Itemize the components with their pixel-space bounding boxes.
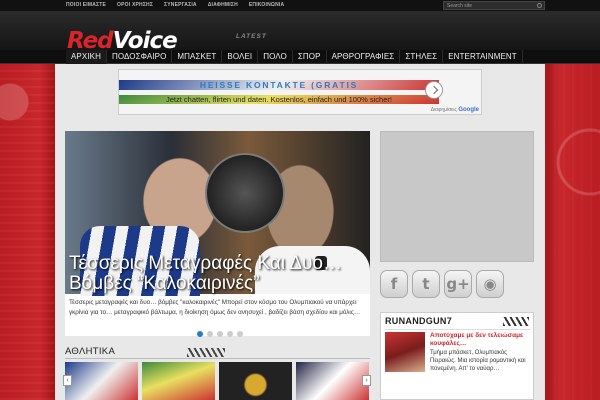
ad-badge[interactable]: Διαφημίσεις Google bbox=[431, 107, 479, 113]
top-link-cooperation[interactable]: ΣΥΝΕΡΓΑΣΙΑ bbox=[164, 0, 197, 11]
top-links: ΠΟΙΟΙ ΕΙΜΑΣΤΕ ΟΡΟΙ ΧΡΗΣΗΣ ΣΥΝΕΡΓΑΣΙΑ ΔΙΑ… bbox=[66, 0, 284, 11]
nav-item-football[interactable]: ΠΟΔΟΣΦΑΙΡΟ bbox=[107, 50, 173, 64]
search-icon[interactable] bbox=[537, 3, 542, 8]
slider-dot[interactable] bbox=[227, 331, 233, 337]
sidebar-ad-placeholder bbox=[380, 131, 534, 262]
ad-arrow-icon[interactable] bbox=[425, 81, 443, 99]
social-buttons: f t g+ ◉ bbox=[380, 270, 504, 298]
section-header: ΑΘΛΗΤΙΚΑ bbox=[65, 346, 370, 359]
slider-dot[interactable] bbox=[207, 331, 213, 337]
slide-excerpt: Τέσσερις μεταγραφές και δυο… βόμβες "καλ… bbox=[69, 299, 361, 316]
latest-label: LATEST bbox=[236, 33, 267, 40]
nav-item-polo[interactable]: ΠΟΛΟ bbox=[258, 50, 293, 64]
slide-decoration bbox=[205, 153, 285, 233]
google-ad-banner[interactable]: HEISSE KONTAKTE (GRATIS Jetzt chatten, f… bbox=[118, 69, 482, 115]
site-header: RedVoice LATEST bbox=[0, 11, 600, 54]
left-background-pattern bbox=[0, 62, 55, 400]
search-input[interactable]: Search site bbox=[443, 1, 545, 10]
ad-headline[interactable]: HEISSE KONTAKTE (GRATIS bbox=[119, 80, 439, 90]
article-thumbnail[interactable] bbox=[65, 362, 138, 400]
top-bar: ΠΟΙΟΙ ΕΙΜΑΣΤΕ ΟΡΟΙ ΧΡΗΣΗΣ ΣΥΝΕΡΓΑΣΙΑ ΔΙΑ… bbox=[0, 0, 600, 11]
thumbs-next-arrow-icon[interactable]: › bbox=[362, 375, 371, 386]
widget-title: RUNANDGUN7 bbox=[385, 316, 453, 326]
ad-body: Jetzt chatten, flirten und daten. Kosten… bbox=[119, 95, 439, 104]
rss-icon[interactable]: ◉ bbox=[476, 270, 504, 298]
article-thumbnail[interactable] bbox=[142, 362, 215, 400]
top-link-contact[interactable]: ΕΠΙΚΟΙΝΩΝΙΑ bbox=[249, 0, 284, 11]
right-background-pattern bbox=[545, 62, 600, 400]
widget-post-excerpt: Τμήμα μπάσκετ, Ολυμπιακός Πειραιώς. Μια … bbox=[430, 350, 526, 372]
slider-dot[interactable] bbox=[197, 331, 203, 337]
top-link-advertising[interactable]: ΔΙΑΦΗΜΙΣΗ bbox=[208, 0, 238, 11]
widget-stripes-decoration bbox=[503, 317, 529, 326]
article-thumbnail[interactable] bbox=[219, 362, 292, 400]
nav-item-volley[interactable]: ΒΟΛΕΙ bbox=[222, 50, 259, 64]
nav-item-sport[interactable]: ΣΠΟΡ bbox=[293, 50, 327, 64]
section-thumbnails bbox=[65, 362, 370, 400]
section-title: ΑΘΛΗΤΙΚΑ bbox=[65, 346, 116, 357]
nav-item-entertainment[interactable]: ENTERTAINMENT bbox=[443, 50, 523, 64]
main-nav: ΑΡΧΙΚΗ ΠΟΔΟΣΦΑΙΡΟ ΜΠΑΣΚΕΤ ΒΟΛΕΙ ΠΟΛΟ ΣΠΟ… bbox=[0, 50, 600, 64]
nav-item-articles[interactable]: ΑΡΘΡΟΓΡΑΦΙΕΣ bbox=[327, 50, 401, 64]
slide-title[interactable]: Τέσσερις Μεταγραφές Και Δυο… Βόμβες “Καλ… bbox=[69, 254, 367, 294]
twitter-icon[interactable]: t bbox=[412, 270, 440, 298]
facebook-icon[interactable]: f bbox=[380, 270, 408, 298]
slider-dot[interactable] bbox=[237, 331, 243, 337]
nav-item-home[interactable]: ΑΡΧΙΚΗ bbox=[66, 50, 107, 64]
widget-post-thumbnail[interactable] bbox=[385, 332, 425, 372]
google-plus-icon[interactable]: g+ bbox=[444, 270, 472, 298]
top-link-about[interactable]: ΠΟΙΟΙ ΕΙΜΑΣΤΕ bbox=[66, 0, 106, 11]
article-thumbnail[interactable] bbox=[296, 362, 369, 400]
thumbs-prev-arrow-icon[interactable]: ‹ bbox=[63, 375, 72, 386]
slider-dots bbox=[197, 331, 243, 337]
featured-slider: Τέσσερις Μεταγραφές Και Δυο… Βόμβες “Καλ… bbox=[65, 131, 370, 336]
slider-dot[interactable] bbox=[217, 331, 223, 337]
author-widget: RUNANDGUN7 Αποτύχαμε με δεν τελειώσαμε κ… bbox=[380, 312, 534, 400]
widget-post-title[interactable]: Αποτύχαμε με δεν τελειώσαμε κουφάλες… bbox=[430, 332, 532, 348]
nav-item-columns[interactable]: ΣΤΗΛΕΣ bbox=[400, 50, 444, 64]
section-stripes-decoration bbox=[187, 348, 225, 357]
search-placeholder: Search site bbox=[447, 3, 473, 9]
nav-item-basketball[interactable]: ΜΠΑΣΚΕΤ bbox=[172, 50, 223, 64]
top-link-terms[interactable]: ΟΡΟΙ ΧΡΗΣΗΣ bbox=[117, 0, 153, 11]
